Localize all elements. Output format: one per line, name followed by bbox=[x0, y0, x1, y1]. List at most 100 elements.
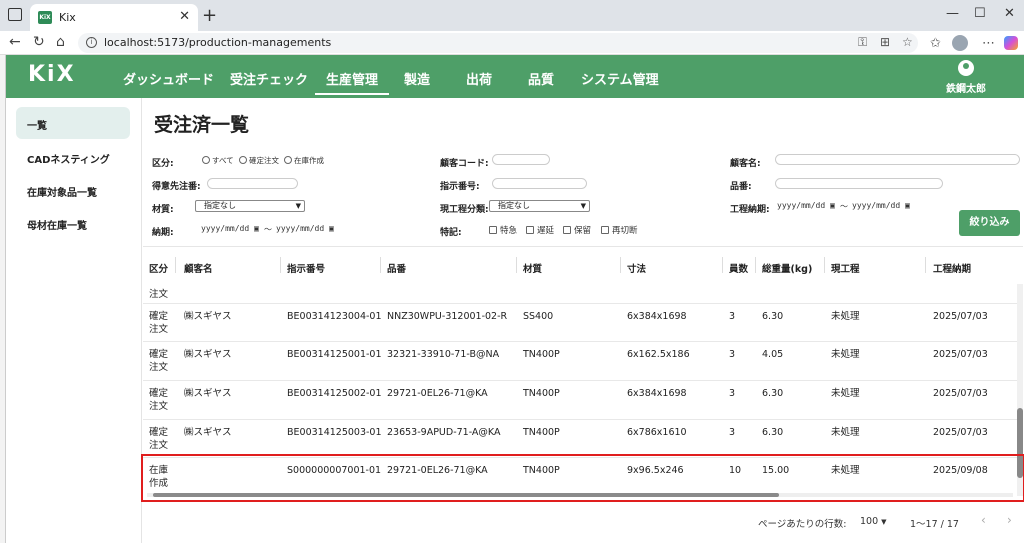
browser-addressbar: ← ↻ ⌂ i localhost:5173/production-manage… bbox=[0, 31, 1024, 55]
reload-icon[interactable]: ↻ bbox=[33, 34, 45, 50]
chevron-down-icon: ▼ bbox=[295, 202, 301, 210]
menu-production-management[interactable]: 生産管理 bbox=[315, 69, 390, 95]
browser-tabbar: KiX Kix ✕ + — ☐ ✕ bbox=[0, 0, 1024, 31]
cell-size: 6x786x1610 bbox=[627, 427, 687, 438]
col-header-process[interactable]: 現工程 bbox=[831, 247, 860, 284]
favorite-star-icon[interactable]: ☆ bbox=[902, 35, 913, 49]
tokki-check-recut[interactable]: 再切断 bbox=[601, 224, 638, 236]
table-row[interactable]: 確定 注文 ㈱スギヤス BE00314125001-01 32321-33910-… bbox=[143, 342, 1017, 381]
cell-due: 2025/07/03 bbox=[933, 427, 988, 438]
nouki-label: 納期: bbox=[152, 228, 174, 238]
url-input[interactable]: i localhost:5173/production-managements … bbox=[78, 33, 918, 53]
cell-customer: ㈱スギヤス bbox=[184, 311, 232, 322]
zaishitsu-label: 材質: bbox=[152, 205, 174, 215]
menu-manufacturing[interactable]: 製造 bbox=[404, 69, 430, 88]
url-text: localhost:5173/production-managements bbox=[104, 36, 332, 49]
col-header-due[interactable]: 工程納期 bbox=[933, 247, 971, 284]
customer-name-label: 顧客名: bbox=[730, 159, 761, 169]
koutei-nouki-to[interactable]: yyyy/mm/dd ▣ bbox=[852, 201, 910, 210]
sidebar-item-cad-nesting[interactable]: CADネスティング bbox=[16, 141, 130, 173]
zaishitsu-select[interactable]: 指定なし ▼ bbox=[195, 200, 305, 212]
new-tab-icon[interactable]: + bbox=[202, 5, 217, 26]
minimize-icon[interactable]: — bbox=[946, 6, 959, 21]
tokki-check-urgent[interactable]: 特急 bbox=[489, 224, 517, 236]
cell-process: 未処理 bbox=[831, 427, 860, 438]
cell-qty: 3 bbox=[729, 311, 736, 322]
customer-code-input[interactable] bbox=[492, 154, 550, 165]
sidebar-item-list[interactable]: 一覧 bbox=[16, 107, 130, 139]
table-row[interactable]: 確定 注文 ㈱スギヤス BE00314125003-01 23653-9APUD-… bbox=[143, 420, 1017, 458]
close-tab-icon[interactable]: ✕ bbox=[179, 9, 190, 24]
cell-process: 未処理 bbox=[831, 349, 860, 360]
menu-system-management[interactable]: システム管理 bbox=[581, 69, 659, 88]
koutei-nouki-label: 工程納期: bbox=[730, 205, 770, 215]
app-logo[interactable]: KiX bbox=[28, 62, 76, 87]
rows-per-page-select[interactable]: 100 ▼ bbox=[860, 516, 887, 527]
col-header-size[interactable]: 寸法 bbox=[627, 247, 646, 284]
cell-customer: ㈱スギヤス bbox=[184, 388, 232, 399]
cell-process: 未処理 bbox=[831, 311, 860, 322]
table-row[interactable]: 確定 注文 ㈱スギヤス BE00314123004-01 NNZ30WPU-312… bbox=[143, 304, 1017, 342]
koutei-nouki-from[interactable]: yyyy/mm/dd ▣ bbox=[777, 201, 835, 210]
tokki-check-delayed[interactable]: 遅延 bbox=[526, 224, 554, 236]
table-row[interactable]: 注文 bbox=[143, 284, 1017, 304]
home-icon[interactable]: ⌂ bbox=[56, 34, 65, 50]
shiji-input[interactable] bbox=[492, 178, 587, 189]
customer-name-input[interactable] bbox=[775, 154, 1020, 165]
menu-order-check[interactable]: 受注チェック bbox=[230, 69, 308, 88]
tokki-check-hold[interactable]: 保留 bbox=[563, 224, 591, 236]
page-title: 受注済一覧 bbox=[154, 114, 250, 136]
cell-qty: 3 bbox=[729, 427, 736, 438]
kubun-radio-stock[interactable]: 在庫作成 bbox=[284, 155, 324, 166]
sidebar-item-base-material-stock[interactable]: 母材在庫一覧 bbox=[16, 207, 130, 239]
nouki-range-sep: ～ bbox=[264, 225, 272, 234]
highlight-box bbox=[141, 454, 1024, 502]
table-row[interactable]: 確定 注文 ㈱スギヤス BE00314125002-01 29721-0EL26-… bbox=[143, 381, 1017, 420]
main-content: 受注済一覧 区分: すべて 確定注文 在庫作成 得意先注番: 材質: 指定なし ▼… bbox=[141, 98, 1024, 543]
menu-dashboard[interactable]: ダッシュボード bbox=[123, 69, 214, 88]
genkotei-label: 現工程分類: bbox=[440, 205, 489, 215]
genkotei-select[interactable]: 指定なし ▼ bbox=[489, 200, 590, 212]
col-header-part-no[interactable]: 品番 bbox=[387, 247, 406, 284]
browser-tab[interactable]: KiX Kix ✕ bbox=[30, 4, 198, 31]
next-page-icon[interactable]: › bbox=[1007, 513, 1012, 527]
favorites-icon[interactable]: ✩ bbox=[930, 36, 941, 51]
user-name[interactable]: 鉄鋼太郎 bbox=[946, 80, 986, 95]
menu-shipping[interactable]: 出荷 bbox=[466, 69, 492, 88]
cell-material: TN400P bbox=[523, 388, 560, 399]
app-header: KiX ダッシュボード 受注チェック 生産管理 製造 出荷 品質 システム管理 … bbox=[6, 55, 1024, 98]
window-menu-icon[interactable] bbox=[8, 8, 22, 21]
prev-page-icon[interactable]: ‹ bbox=[981, 513, 986, 527]
maximize-icon[interactable]: ☐ bbox=[974, 6, 986, 21]
cell-due: 2025/07/03 bbox=[933, 311, 988, 322]
close-window-icon[interactable]: ✕ bbox=[1004, 6, 1015, 21]
cell-size: 6x384x1698 bbox=[627, 388, 687, 399]
reader-icon[interactable]: ⊞ bbox=[880, 35, 890, 49]
favicon-icon: KiX bbox=[38, 11, 52, 24]
col-header-customer[interactable]: 顧客名 bbox=[184, 247, 213, 284]
more-menu-icon[interactable]: ⋯ bbox=[982, 36, 995, 51]
sidebar-item-stock-items[interactable]: 在庫対象品一覧 bbox=[16, 174, 130, 206]
nouki-date-from[interactable]: yyyy/mm/dd ▣ bbox=[201, 224, 259, 233]
filter-button[interactable]: 絞り込み bbox=[959, 210, 1020, 236]
shiji-label: 指示番号: bbox=[440, 182, 480, 192]
tokui-label: 得意先注番: bbox=[152, 182, 201, 192]
hinban-input[interactable] bbox=[775, 178, 943, 189]
col-header-material[interactable]: 材質 bbox=[523, 247, 542, 284]
site-info-icon[interactable]: i bbox=[86, 37, 97, 48]
key-icon[interactable]: ⚿ bbox=[858, 35, 867, 50]
cell-material: TN400P bbox=[523, 349, 560, 360]
back-icon[interactable]: ← bbox=[9, 34, 21, 50]
kubun-radio-all[interactable]: すべて bbox=[202, 155, 234, 166]
profile-avatar-icon[interactable] bbox=[952, 35, 968, 51]
col-header-qty[interactable]: 員数 bbox=[729, 247, 748, 284]
user-icon[interactable] bbox=[958, 60, 974, 76]
col-header-order-no[interactable]: 指示番号 bbox=[287, 247, 325, 284]
kubun-radio-confirmed[interactable]: 確定注文 bbox=[239, 155, 279, 166]
tokui-input[interactable] bbox=[207, 178, 298, 189]
copilot-icon[interactable] bbox=[1004, 36, 1018, 50]
nouki-date-to[interactable]: yyyy/mm/dd ▣ bbox=[276, 224, 334, 233]
col-header-kubun[interactable]: 区分 bbox=[149, 247, 168, 284]
col-header-weight[interactable]: 総重量(kg) bbox=[762, 247, 812, 284]
menu-quality[interactable]: 品質 bbox=[528, 69, 554, 88]
